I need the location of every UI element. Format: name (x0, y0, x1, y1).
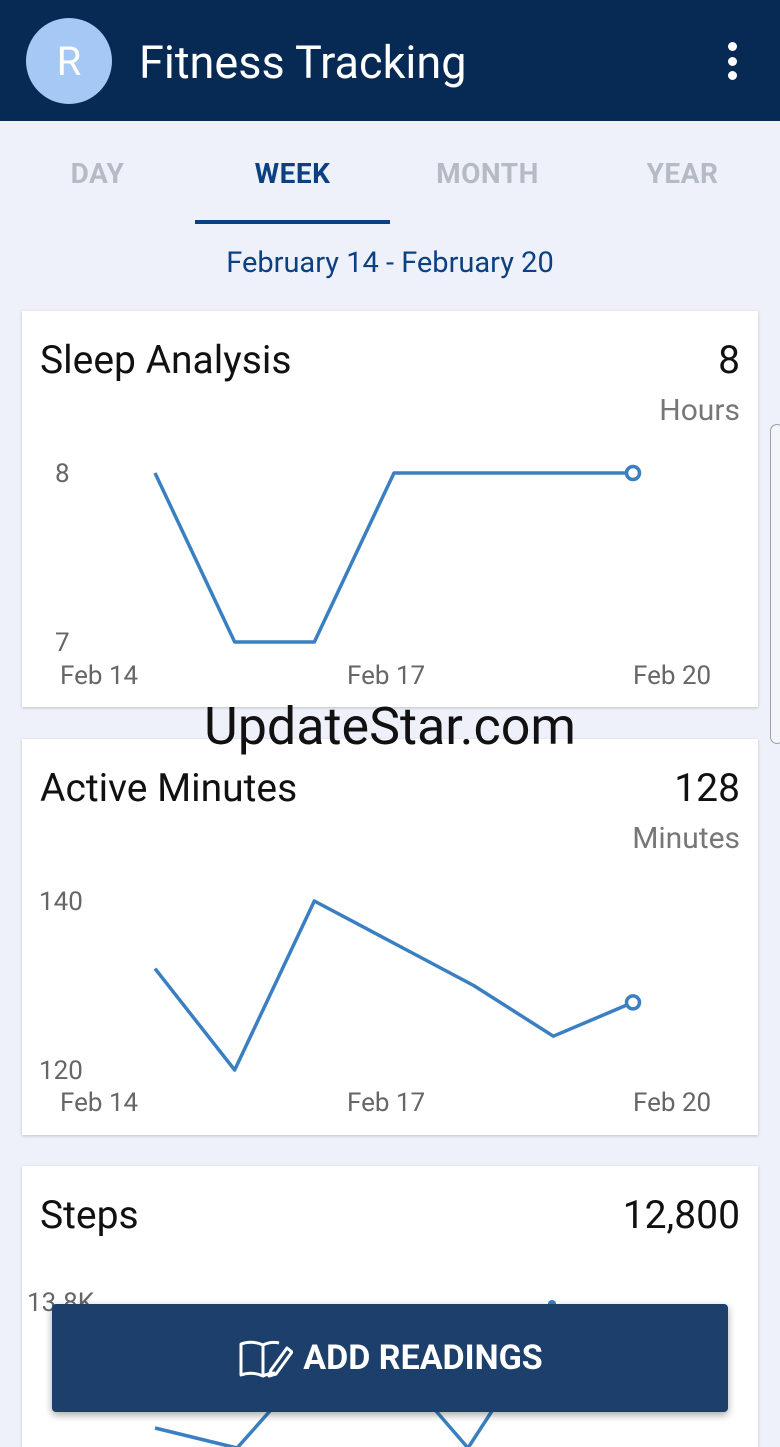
scroll-handle[interactable] (770, 424, 780, 744)
watermark: UpdateStar.com (204, 696, 576, 757)
app-title: Fitness Tracking (139, 36, 467, 89)
active-tab-indicator (195, 220, 390, 224)
sleep-card[interactable]: Sleep Analysis 8 Hours 8 7 Feb 14 Feb 17… (22, 311, 758, 707)
steps-line-fragment (434, 1409, 494, 1447)
active-series-line (153, 899, 634, 1072)
add-readings-label: ADD READINGS (303, 1338, 543, 1378)
book-pencil-icon (239, 1340, 294, 1378)
sleep-last-point (624, 464, 642, 482)
x-tick-label: Feb 14 (60, 1088, 139, 1118)
app-bar: R Fitness Tracking (0, 0, 780, 121)
x-tick-label: Feb 17 (347, 1088, 425, 1118)
tab-year[interactable]: YEAR (585, 121, 780, 225)
active-minutes-chart: 140 120 Feb 14 Feb 17 Feb 20 (39, 887, 711, 1118)
steps-line-fragment (154, 1409, 272, 1447)
sleep-series-line (153, 471, 633, 644)
active-last-point (624, 994, 642, 1011)
add-readings-button[interactable]: ADD READINGS (52, 1304, 728, 1412)
sleep-chart: 8 7 Feb 14 Feb 17 Feb 20 (55, 459, 711, 691)
x-tick-label: Feb 17 (347, 661, 425, 691)
x-tick-label: Feb 20 (633, 1088, 711, 1118)
y-tick-label: 120 (39, 1056, 83, 1086)
avatar[interactable]: R (26, 18, 112, 104)
active-minutes-card[interactable]: Active Minutes 128 Minutes 140 120 Feb 1… (22, 739, 758, 1135)
y-tick-label: 7 (55, 628, 70, 658)
period-tabs: DAY WEEK MONTH YEAR (0, 121, 780, 225)
y-tick-label: 140 (39, 887, 83, 917)
x-tick-label: Feb 14 (60, 661, 139, 691)
tab-month[interactable]: MONTH (390, 121, 585, 225)
tab-day[interactable]: DAY (0, 121, 195, 225)
x-tick-label: Feb 20 (633, 661, 711, 691)
tab-week[interactable]: WEEK (195, 121, 390, 225)
more-vert-icon[interactable] (714, 36, 750, 86)
y-tick-label: 8 (55, 459, 70, 489)
date-range[interactable]: February 14 - February 20 (0, 246, 780, 280)
